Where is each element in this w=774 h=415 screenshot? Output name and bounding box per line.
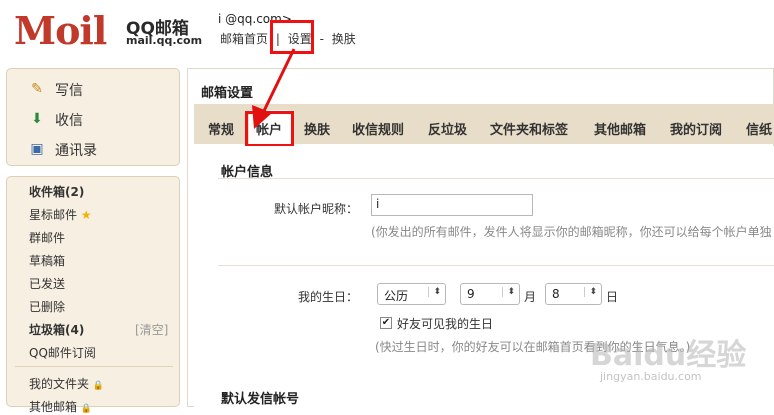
calendar-type-select[interactable]: 公历 ⬍ [377,283,446,305]
folder-other-mailbox-label: 其他邮箱 [29,400,78,414]
receive-button[interactable]: 收信 [55,110,83,130]
birth-month-value: 9 [467,287,475,301]
folder-spam[interactable]: 垃圾箱(4) [29,321,84,338]
watermark-logo: Baidu经验 [590,338,747,373]
default-sender-heading: 默认发信帐号 [221,392,300,407]
month-unit-label: 月 [524,290,537,304]
nickname-hint: (你发出的所有邮件，发件人将显示你的邮箱昵称，你还可以给每个帐户单独 [371,225,772,239]
link-skin[interactable]: 换肤 [330,30,358,47]
watermark-url: jingyan.baidu.com [600,370,702,383]
star-icon: ★ [80,208,92,222]
header [0,0,774,66]
compose-button[interactable]: 写信 [55,80,83,100]
tab-stationery[interactable]: 信纸 [746,119,772,138]
folder-inbox[interactable]: 收件箱(2) [29,183,84,200]
folder-group[interactable]: 群邮件 [29,229,65,246]
updown-arrows-icon: ⬍ [502,287,515,297]
day-unit-label: 日 [606,290,619,304]
pencil-icon: ✎ [31,81,43,97]
section-divider [218,265,774,266]
nickname-input[interactable]: i [371,194,533,216]
sidebar-actions: ✎ 写信 ⬇ 收信 ▣ 通讯录 [6,68,180,166]
tab-other-mailboxes[interactable]: 其他邮箱 [594,119,646,138]
birth-day-select[interactable]: 8 ⬍ [545,283,602,305]
folder-starred[interactable]: 星标邮件 ★ [29,206,92,223]
lock-icon: 🔒 [92,381,105,391]
brand-domain: mail.qq.com [126,34,203,47]
birthday-visible-label[interactable]: 好友可见我的生日 [397,315,493,332]
tab-general[interactable]: 常规 [208,119,234,138]
folder-sent[interactable]: 已发送 [29,275,65,292]
nickname-label: 默认帐户昵称： [274,202,359,216]
birth-month-select[interactable]: 9 ⬍ [460,283,520,305]
lock-icon: 🔒 [80,404,93,414]
inbox-download-icon: ⬇ [31,111,43,127]
updown-arrows-icon: ⬍ [584,287,597,297]
red-arrow-annotation [252,48,296,129]
birthday-label: 我的生日： [298,290,359,304]
section-divider [218,178,774,179]
contacts-button[interactable]: 通讯录 [55,140,97,160]
tab-mail-rules[interactable]: 收信规则 [352,119,404,138]
tab-my-subscriptions[interactable]: 我的订阅 [670,119,722,138]
sidebar-folders: 收件箱(2) 星标邮件 ★ 群邮件 草稿箱 已发送 已删除 垃圾箱(4) [清空… [6,176,180,414]
folder-qq-subscription[interactable]: QQ邮件订阅 [29,344,96,361]
contacts-icon: ▣ [30,141,44,157]
updown-arrows-icon: ⬍ [428,287,441,297]
birthday-visible-checkbox[interactable]: ✔ [380,317,392,329]
folder-starred-label: 星标邮件 [29,208,78,222]
link-separator: - [319,32,324,46]
folder-my-folders[interactable]: 我的文件夹 🔒 [29,375,104,392]
clear-spam-link[interactable]: [清空] [135,321,168,338]
folder-drafts[interactable]: 草稿箱 [29,252,65,269]
tab-folders-labels[interactable]: 文件夹和标签 [490,119,568,138]
qq-mail-logo[interactable]: Moil [14,8,107,53]
calendar-type-value: 公历 [384,289,409,303]
folder-divider [15,366,173,367]
birth-day-value: 8 [552,287,560,301]
folder-my-folders-label: 我的文件夹 [29,377,90,391]
tab-anti-spam[interactable]: 反垃圾 [428,119,467,138]
folder-deleted[interactable]: 已删除 [29,298,65,315]
